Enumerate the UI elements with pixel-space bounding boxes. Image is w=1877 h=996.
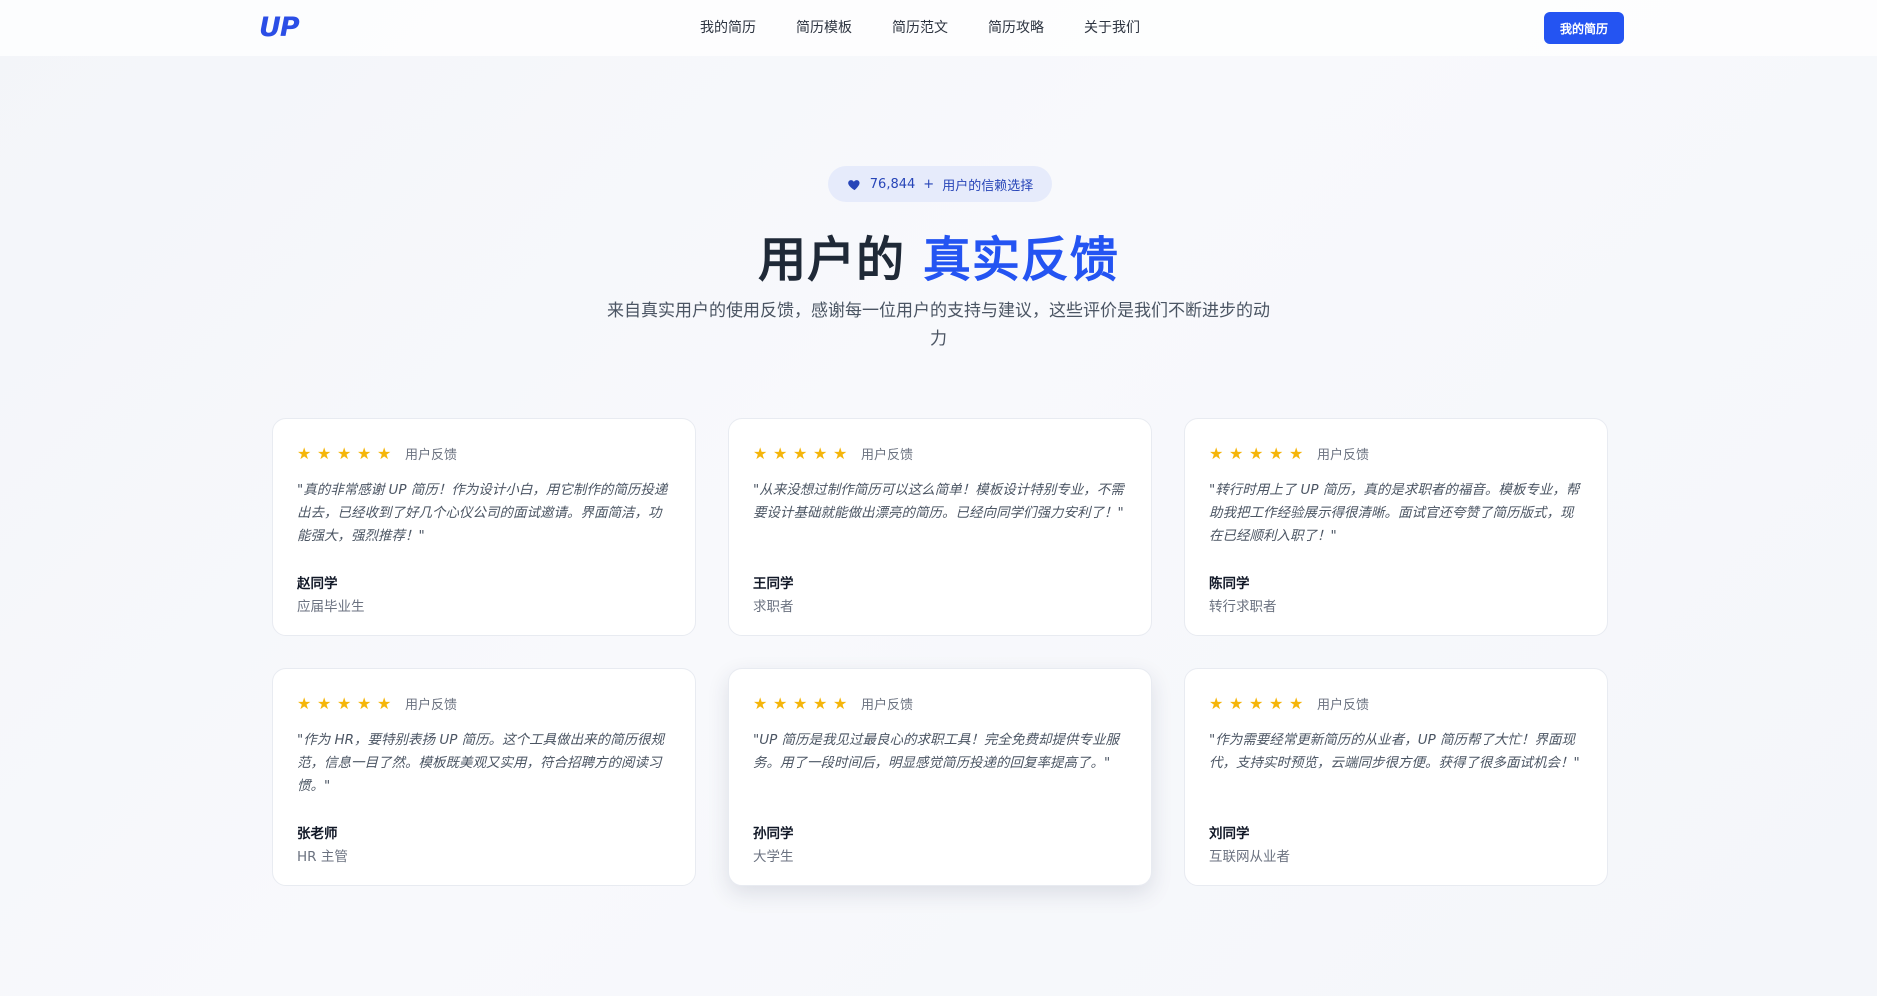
feedback-tag: 用户反馈 (405, 697, 458, 713)
nav-item-resume-examples[interactable]: 简历范文 (892, 17, 948, 39)
star-icon: ★ (1289, 443, 1304, 463)
star-icon: ★ (317, 693, 332, 713)
star-icon: ★ (357, 693, 372, 713)
star-icon: ★ (1229, 693, 1244, 713)
testimonial-card: ★ ★ ★ ★ ★ 用户反馈 "作为需要经常更新简历的从业者，UP 简历帮了大忙… (1184, 668, 1608, 886)
testimonial-card: ★ ★ ★ ★ ★ 用户反馈 "真的非常感谢 UP 简历！作为设计小白，用它制作… (272, 418, 696, 636)
star-icon: ★ (357, 443, 372, 463)
testimonial-author: 刘同学 (1209, 826, 1250, 842)
star-icon: ★ (1229, 443, 1244, 463)
brand-logo[interactable]: UP (259, 12, 300, 43)
star-icon: ★ (753, 443, 768, 463)
star-icon: ★ (773, 443, 788, 463)
star-icon: ★ (1289, 693, 1304, 713)
star-icon: ★ (813, 693, 828, 713)
star-icon: ★ (1209, 443, 1224, 463)
trust-plus: + (923, 176, 935, 192)
testimonial-card: ★ ★ ★ ★ ★ 用户反馈 "UP 简历是我见过最良心的求职工具！完全免费却提… (728, 668, 1152, 886)
testimonial-quote: "从来没想过制作简历可以这么简单！模板设计特别专业，不需要设计基础就能做出漂亮的… (753, 482, 1124, 521)
star-icon: ★ (297, 693, 312, 713)
testimonial-card: ★ ★ ★ ★ ★ 用户反馈 "作为 HR，要特别表扬 UP 简历。这个工具做出… (272, 668, 696, 886)
star-icon: ★ (317, 443, 332, 463)
star-rating: ★ ★ ★ ★ ★ 用户反馈 (297, 443, 671, 463)
star-icon: ★ (773, 693, 788, 713)
nav-item-resume-guides[interactable]: 简历攻略 (988, 17, 1044, 39)
main-nav: 我的简历 简历模板 简历范文 简历攻略 关于我们 (700, 17, 1140, 39)
testimonial-role: 求职者 (753, 599, 794, 615)
star-rating: ★ ★ ★ ★ ★ 用户反馈 (1209, 693, 1583, 713)
testimonial-author: 赵同学 (297, 576, 338, 592)
heart-icon (847, 179, 860, 190)
star-icon: ★ (1249, 693, 1264, 713)
star-icon: ★ (813, 443, 828, 463)
top-navigation-bar: UP 我的简历 简历模板 简历范文 简历攻略 关于我们 我的简历 (0, 0, 1877, 56)
feedback-tag: 用户反馈 (861, 697, 914, 713)
testimonial-role: 互联网从业者 (1209, 849, 1290, 865)
star-icon: ★ (833, 693, 848, 713)
testimonial-card: ★ ★ ★ ★ ★ 用户反馈 "转行时用上了 UP 简历，真的是求职者的福音。模… (1184, 418, 1608, 636)
feedback-tag: 用户反馈 (861, 447, 914, 463)
feedback-tag: 用户反馈 (1317, 447, 1370, 463)
testimonial-role: 应届毕业生 (297, 599, 365, 615)
page-title-accent: 真实反馈 (922, 232, 1119, 288)
star-rating: ★ ★ ★ ★ ★ 用户反馈 (753, 443, 1127, 463)
star-icon: ★ (377, 443, 392, 463)
star-icon: ★ (793, 443, 808, 463)
nav-item-about-us[interactable]: 关于我们 (1084, 17, 1140, 39)
nav-item-resume-templates[interactable]: 简历模板 (796, 17, 852, 39)
testimonial-quote: "UP 简历是我见过最良心的求职工具！完全免费却提供专业服务。用了一段时间后，明… (753, 732, 1120, 771)
star-icon: ★ (833, 443, 848, 463)
star-icon: ★ (337, 443, 352, 463)
testimonial-author: 孙同学 (753, 826, 794, 842)
trust-text: 用户的信赖选择 (942, 178, 1034, 194)
testimonial-quote: "真的非常感谢 UP 简历！作为设计小白，用它制作的简历投递出去，已经收到了好几… (297, 482, 668, 544)
trust-badge: 76,844 + 用户的信赖选择 (828, 166, 1052, 202)
testimonial-role: HR 主管 (297, 849, 348, 865)
page-subtitle: 来自真实用户的使用反馈，感谢每一位用户的支持与建议，这些评价是我们不断进步的动力 (607, 301, 1270, 349)
testimonial-role: 大学生 (753, 849, 794, 865)
page-title: 用户的 真实反馈 (0, 220, 1877, 290)
star-icon: ★ (1209, 693, 1224, 713)
testimonial-quote: "作为 HR，要特别表扬 UP 简历。这个工具做出来的简历很规范，信息一目了然。… (297, 732, 665, 794)
testimonial-quote: "作为需要经常更新简历的从业者，UP 简历帮了大忙！界面现代，支持实时预览，云端… (1209, 732, 1580, 771)
testimonial-grid: ★ ★ ★ ★ ★ 用户反馈 "真的非常感谢 UP 简历！作为设计小白，用它制作… (272, 418, 1609, 886)
feedback-tag: 用户反馈 (1317, 697, 1370, 713)
star-icon: ★ (377, 693, 392, 713)
star-rating: ★ ★ ★ ★ ★ 用户反馈 (1209, 443, 1583, 463)
testimonial-author: 张老师 (297, 826, 338, 842)
testimonial-quote: "转行时用上了 UP 简历，真的是求职者的福音。模板专业，帮助我把工作经验展示得… (1209, 482, 1580, 544)
testimonial-author: 陈同学 (1209, 576, 1250, 592)
star-icon: ★ (297, 443, 312, 463)
page-title-plain: 用户的 (758, 232, 906, 288)
star-icon: ★ (1269, 443, 1284, 463)
feedback-tag: 用户反馈 (405, 447, 458, 463)
star-rating: ★ ★ ★ ★ ★ 用户反馈 (297, 693, 671, 713)
my-resume-button[interactable]: 我的简历 (1544, 12, 1624, 44)
star-icon: ★ (793, 693, 808, 713)
star-icon: ★ (337, 693, 352, 713)
star-icon: ★ (753, 693, 768, 713)
testimonial-card: ★ ★ ★ ★ ★ 用户反馈 "从来没想过制作简历可以这么简单！模板设计特别专业… (728, 418, 1152, 636)
testimonial-author: 王同学 (753, 576, 794, 592)
star-rating: ★ ★ ★ ★ ★ 用户反馈 (753, 693, 1127, 713)
nav-item-my-resume[interactable]: 我的简历 (700, 17, 756, 39)
star-icon: ★ (1249, 443, 1264, 463)
trust-count: 76,844 (869, 176, 916, 192)
star-icon: ★ (1269, 693, 1284, 713)
testimonial-role: 转行求职者 (1209, 599, 1277, 615)
